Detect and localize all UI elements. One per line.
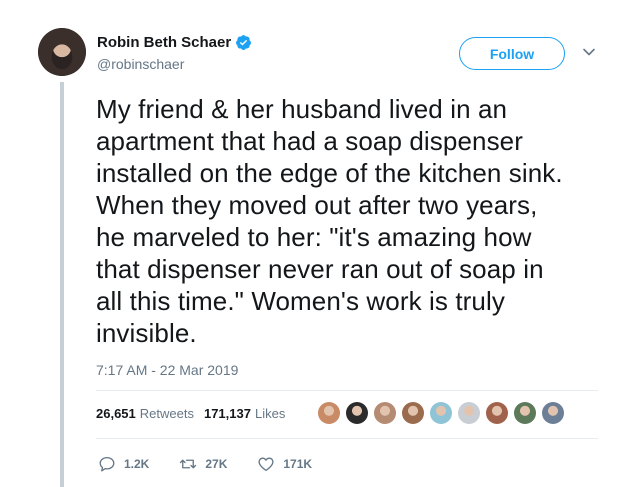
likes-label[interactable]: Likes [255,406,285,421]
tweet-stats: 26,651 Retweets 171,137 Likes [96,406,285,421]
liker-avatar-5[interactable] [430,402,452,424]
author-handle[interactable]: @robinschaer [97,56,184,72]
verified-badge-icon [236,35,252,50]
author-name-row: Robin Beth Schaer [97,34,252,51]
follow-button[interactable]: Follow [459,37,565,70]
author-display-name[interactable]: Robin Beth Schaer [97,34,231,51]
liker-avatars [318,402,570,424]
divider [96,390,598,391]
tweet-timestamp[interactable]: 7:17 AM - 22 Mar 2019 [96,362,238,378]
chevron-down-icon[interactable] [582,45,596,59]
like-count: 171K [283,457,313,471]
like-button[interactable]: 171K [257,455,312,473]
liker-avatar-2[interactable] [346,402,368,424]
retweets-label[interactable]: Retweets [140,406,194,421]
liker-avatar-4[interactable] [402,402,424,424]
thread-line [60,82,64,487]
heart-icon [258,457,274,472]
reply-icon [99,456,115,472]
liker-avatar-6[interactable] [458,402,480,424]
divider [96,438,598,439]
liker-avatar-1[interactable] [318,402,340,424]
liker-avatar-9[interactable] [542,402,564,424]
tweet-actions: 1.2K 27K 171K [98,455,342,473]
retweet-button[interactable]: 27K [179,455,227,473]
tweet-text: My friend & her husband lived in an apar… [96,94,563,348]
reply-count: 1.2K [124,457,150,471]
liker-avatar-7[interactable] [486,402,508,424]
liker-avatar-3[interactable] [374,402,396,424]
liker-avatar-8[interactable] [514,402,536,424]
avatar[interactable] [38,28,86,76]
retweets-count[interactable]: 26,651 [96,406,136,421]
reply-button[interactable]: 1.2K [98,455,149,473]
retweet-count: 27K [205,457,228,471]
likes-count[interactable]: 171,137 [204,406,251,421]
retweet-icon [180,459,197,469]
